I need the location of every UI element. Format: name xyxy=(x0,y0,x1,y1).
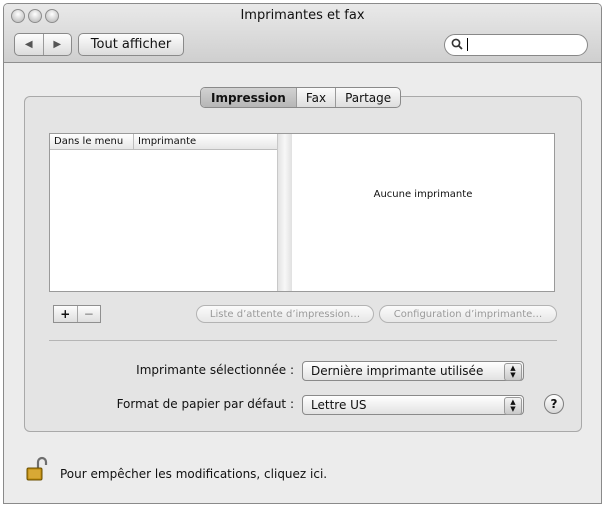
column-header-printer[interactable]: Imprimante xyxy=(134,134,278,149)
paper-format-value: Lettre US xyxy=(311,398,367,412)
selected-printer-label: Imprimante sélectionnée : xyxy=(136,363,294,377)
forward-button[interactable]: ▶ xyxy=(44,34,72,55)
lock-message[interactable]: Pour empêcher les modifications, cliquez… xyxy=(60,467,327,481)
no-printer-message: Aucune imprimante xyxy=(373,189,473,200)
back-forward-control: ◀ ▶ xyxy=(14,33,72,56)
window-title: Imprimantes et fax xyxy=(240,8,365,23)
add-remove-control: + − xyxy=(53,305,101,323)
printer-list-scrollbar[interactable] xyxy=(277,134,292,291)
printer-info-panel: Aucune imprimante xyxy=(292,133,555,292)
help-button[interactable]: ? xyxy=(544,394,564,414)
selected-printer-popup[interactable]: Dernière imprimante utilisée ▲ ▼ xyxy=(302,361,524,381)
paper-format-label: Format de papier par défaut : xyxy=(116,397,294,411)
back-arrow-icon: ◀ xyxy=(24,39,33,50)
search-field[interactable] xyxy=(444,34,588,56)
tab-bar: Impression Fax Partage xyxy=(200,87,402,108)
printer-setup-button[interactable]: Configuration d’imprimante… xyxy=(379,305,557,323)
titlebar: Imprimantes et fax ◀ ▶ Tout afficher xyxy=(4,4,601,63)
text-caret xyxy=(467,38,468,51)
column-header-in-menu[interactable]: Dans le menu xyxy=(50,134,134,149)
printer-list-header: Dans le menu Imprimante xyxy=(50,134,278,150)
search-icon xyxy=(451,38,463,53)
tab-partage[interactable]: Partage xyxy=(336,88,400,107)
printer-list[interactable]: Dans le menu Imprimante xyxy=(49,133,293,292)
back-button[interactable]: ◀ xyxy=(15,34,44,55)
preferences-window: Imprimantes et fax ◀ ▶ Tout afficher Imp… xyxy=(3,3,602,504)
tab-impression[interactable]: Impression xyxy=(201,88,297,107)
remove-printer-button[interactable]: − xyxy=(78,306,101,322)
forward-arrow-icon: ▶ xyxy=(53,39,62,50)
separator xyxy=(49,340,557,341)
add-printer-button[interactable]: + xyxy=(54,306,78,322)
popup-arrows-icon: ▲ ▼ xyxy=(504,363,522,381)
popup-arrows-icon: ▲ ▼ xyxy=(504,397,522,415)
lock-icon[interactable] xyxy=(24,456,50,482)
show-all-button[interactable]: Tout afficher xyxy=(78,33,184,56)
search-input[interactable] xyxy=(465,36,577,52)
print-queue-button[interactable]: Liste d’attente d’impression… xyxy=(196,305,374,323)
paper-format-popup[interactable]: Lettre US ▲ ▼ xyxy=(302,395,524,415)
tab-fax[interactable]: Fax xyxy=(297,88,337,107)
selected-printer-value: Dernière imprimante utilisée xyxy=(311,364,484,378)
